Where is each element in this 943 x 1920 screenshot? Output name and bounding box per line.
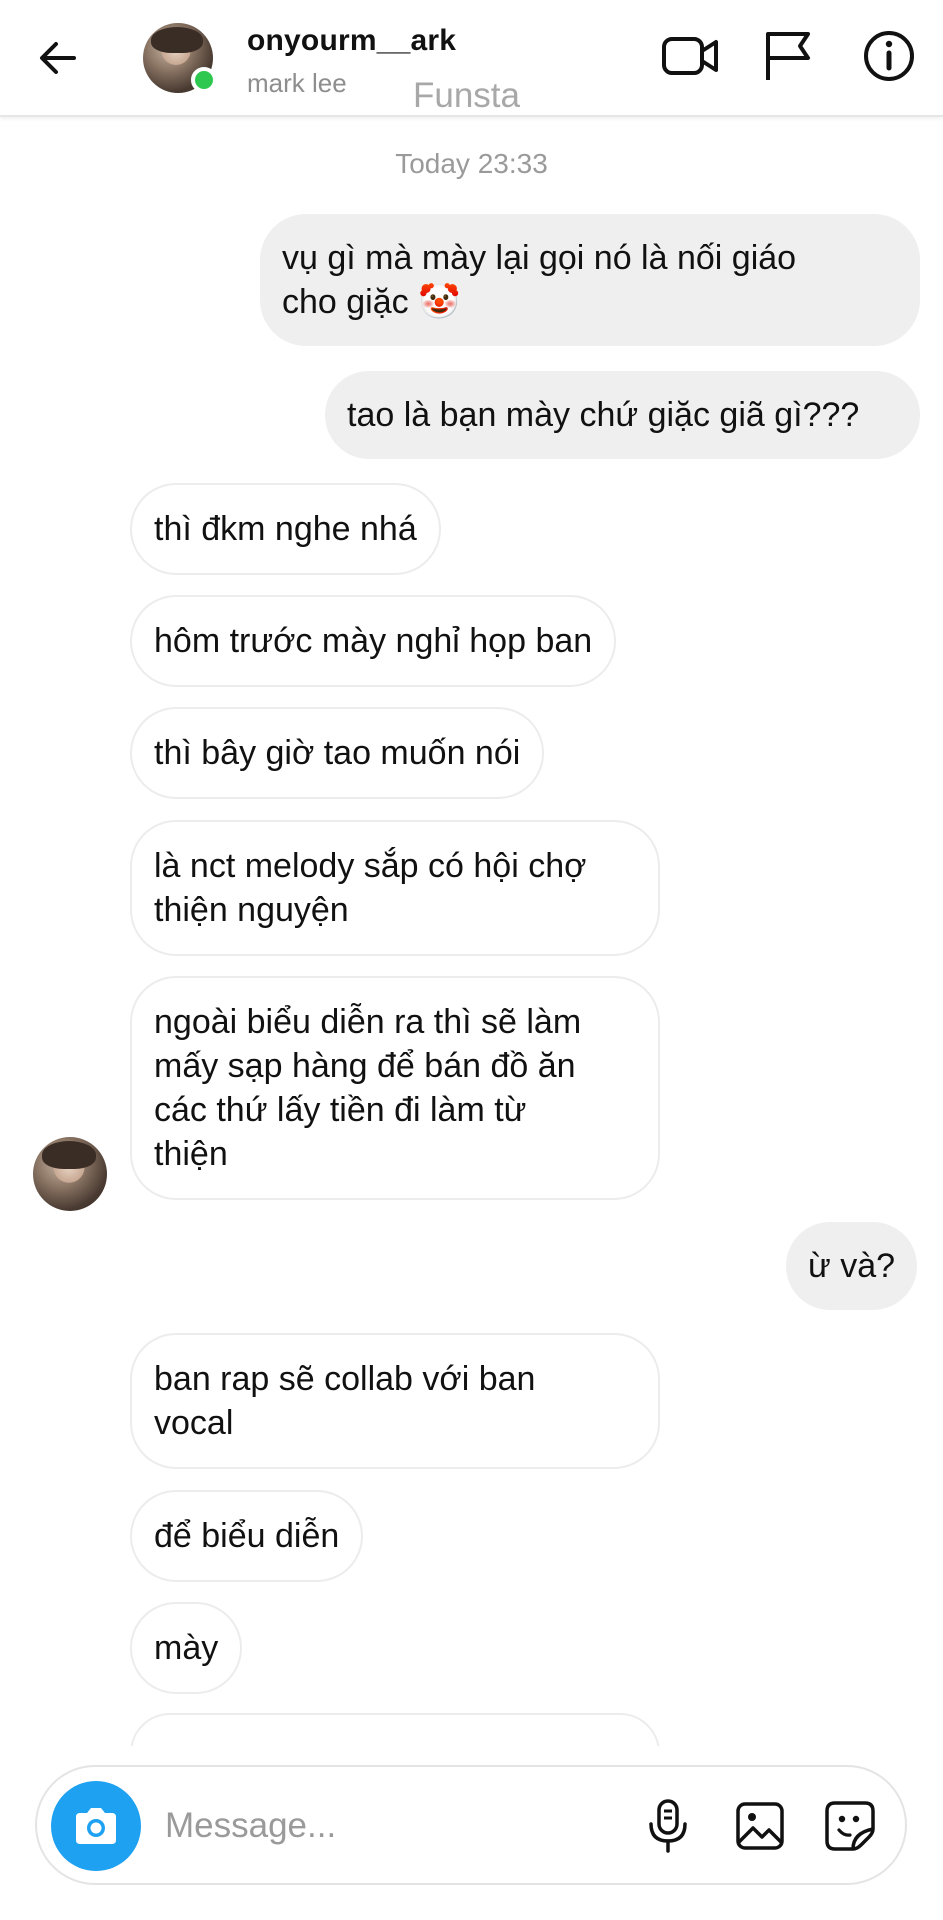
message-bubble-received[interactable]: ban rap sẽ collab với ban vocal [130, 1333, 660, 1469]
message-bubble-sent[interactable]: tao là bạn mày chứ giặc giã gì??? [325, 371, 920, 459]
sticker-icon [825, 1801, 875, 1851]
message-bubble-received[interactable]: thì bây giờ tao muốn nói [130, 707, 545, 799]
message-line: thì bây giờ tao muốn nói [154, 734, 521, 772]
sender-avatar[interactable] [33, 1137, 107, 1211]
camera-button[interactable] [51, 1781, 141, 1871]
message-line: mấy sạp hàng để bán đồ ăn [154, 1047, 576, 1085]
video-call-button[interactable] [658, 24, 722, 88]
message-bubble-sent[interactable]: vụ gì mà mày lại gọi nó là nối giáo cho … [260, 214, 920, 346]
back-button[interactable] [30, 30, 86, 86]
message-line: ban rap sẽ collab với ban [154, 1360, 536, 1398]
info-icon [864, 31, 914, 81]
message-line: thì đkm nghe nhá [154, 510, 417, 548]
message-bubble-received[interactable]: để biểu diễn [130, 1490, 364, 1582]
message-bubble-received[interactable]: mày [130, 1602, 243, 1694]
gallery-button[interactable] [729, 1795, 791, 1857]
message-bubble-received[interactable]: hôm trước mày nghỉ họp ban [130, 595, 617, 687]
arrow-left-icon [40, 42, 76, 74]
message-bubble-sent[interactable]: ừ và? [786, 1222, 918, 1310]
chat-header: onyourm__ark mark lee Funsta [0, 0, 943, 117]
message-line: tao là bạn mày chứ giặc giã gì??? [347, 396, 860, 434]
flag-icon [766, 32, 810, 80]
message-line: vocal [154, 1404, 234, 1442]
video-camera-icon [662, 37, 718, 75]
message-input[interactable] [165, 1795, 635, 1857]
microphone-icon [649, 1799, 687, 1853]
message-bubble-received[interactable]: ngoài biểu diễn ra thì sẽ làm mấy sạp hà… [130, 976, 660, 1200]
message-line: là nct melody sắp có hội chợ [154, 847, 587, 885]
message-line: ừ và? [808, 1247, 896, 1285]
message-line: để biểu diễn [154, 1517, 340, 1555]
chat-timestamp: Today 23:33 [395, 148, 548, 179]
display-name: mark lee [247, 68, 347, 98]
sticker-button[interactable] [819, 1795, 881, 1857]
dm-screen: onyourm__ark mark lee Funsta Today 23:33… [0, 0, 943, 1920]
voice-message-button[interactable] [637, 1795, 699, 1857]
message-bubble-received[interactable]: thì đkm nghe nhá [130, 483, 441, 575]
profile-avatar[interactable] [143, 23, 217, 93]
message-line: các thứ lấy tiền đi làm từ [154, 1091, 527, 1129]
message-line: ngoài biểu diễn ra thì sẽ làm [154, 1003, 582, 1041]
camera-icon [76, 1808, 116, 1844]
username[interactable]: onyourm__ark [247, 24, 456, 58]
message-line: thiện nguyện [154, 891, 349, 929]
message-bubble-received[interactable]: là nct melody sắp có hội chợ thiện nguyệ… [130, 820, 660, 956]
message-line: vụ gì mà mày lại gọi nó là nối giáo [282, 239, 797, 277]
message-line: mày [154, 1629, 219, 1667]
report-button[interactable] [756, 24, 820, 88]
message-line: cho giặc 🤡 [282, 283, 461, 321]
message-line: thiện [154, 1135, 228, 1173]
overlay-label: Funsta [413, 76, 520, 115]
info-button[interactable] [857, 24, 921, 88]
online-status-dot [191, 67, 217, 93]
message-line: hôm trước mày nghỉ họp ban [154, 622, 593, 660]
image-icon [736, 1802, 784, 1850]
message-composer [35, 1765, 907, 1885]
